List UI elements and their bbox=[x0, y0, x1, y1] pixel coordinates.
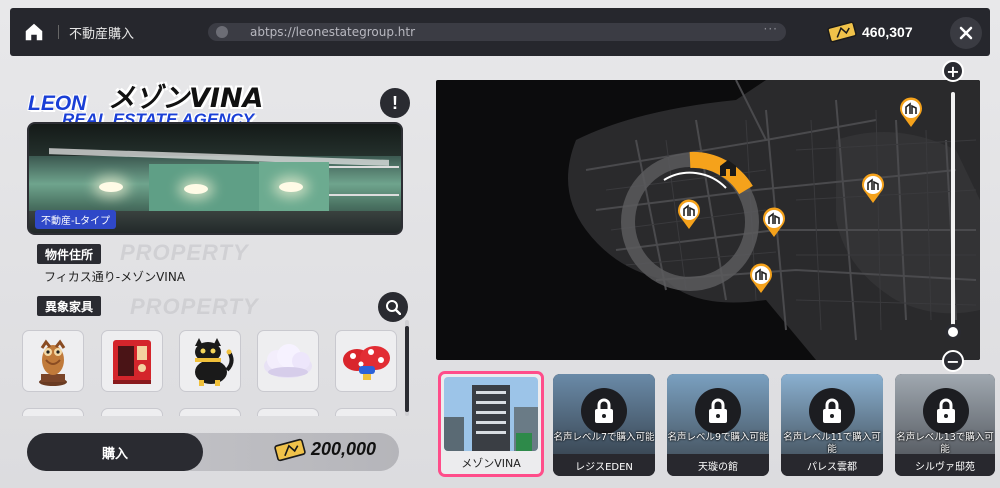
lock-icon bbox=[823, 398, 841, 423]
map-pin-icon bbox=[900, 97, 922, 127]
agency-logo: LEON メゾンVINA REAL ESTATE AGENCY bbox=[28, 70, 328, 130]
furniture-item[interactable] bbox=[101, 330, 163, 392]
url-text: abtps://leonestategroup.htr bbox=[250, 25, 416, 39]
price-amount: 200,000 bbox=[311, 439, 377, 459]
furniture-item[interactable] bbox=[22, 330, 84, 392]
plus-icon: + bbox=[946, 61, 960, 81]
property-card-name: 天璇の館 bbox=[667, 454, 769, 476]
furniture-heading-text: 異象家具 bbox=[45, 299, 94, 314]
currency-amount: 460,307 bbox=[862, 24, 913, 40]
property-card-selected[interactable]: メゾンVINA bbox=[438, 371, 544, 477]
map-pin-icon bbox=[862, 173, 884, 203]
home-button[interactable] bbox=[16, 8, 52, 56]
ticket-icon bbox=[827, 21, 857, 43]
cloud-cushion-icon bbox=[264, 344, 312, 378]
unlock-requirement: 名声レベル13で購入可能 bbox=[896, 432, 994, 455]
zoom-out-button[interactable]: − bbox=[942, 350, 964, 372]
more-icon[interactable]: ··· bbox=[764, 22, 778, 36]
property-detail-panel: LEON メゾンVINA REAL ESTATE AGENCY ! 不動産-Lタ… bbox=[0, 62, 420, 488]
map-pin[interactable] bbox=[676, 198, 702, 234]
price-display: 200,000 bbox=[274, 438, 377, 461]
building-thumbnail bbox=[444, 377, 538, 451]
breadcrumb: 不動産購入 bbox=[69, 26, 135, 42]
property-thumbnail bbox=[444, 377, 538, 451]
map-pin-icon bbox=[750, 263, 772, 293]
lock-badge bbox=[581, 388, 627, 434]
lock-badge bbox=[809, 388, 855, 434]
buy-button-label: 購入 bbox=[101, 446, 128, 462]
furniture-item[interactable] bbox=[257, 330, 319, 392]
info-button[interactable]: ! bbox=[380, 88, 410, 118]
furniture-item[interactable] bbox=[335, 330, 397, 392]
lock-badge bbox=[695, 388, 741, 434]
property-card-name: レジスEDEN bbox=[553, 454, 655, 476]
zoom-in-button[interactable]: + bbox=[942, 60, 964, 82]
furniture-item[interactable] bbox=[179, 330, 241, 392]
property-address: フィカス通り-メゾンVINA bbox=[44, 270, 186, 284]
lock-badge bbox=[923, 388, 969, 434]
close-button[interactable] bbox=[950, 17, 982, 49]
map-pin-icon bbox=[763, 207, 785, 237]
minus-icon: − bbox=[946, 351, 960, 371]
ghost-text: PROPERTY bbox=[120, 240, 249, 265]
address-heading-text: 物件住所 bbox=[45, 247, 94, 262]
ghost-text: PROPERTY bbox=[130, 294, 259, 319]
close-icon bbox=[959, 26, 973, 40]
ticket-icon bbox=[274, 438, 306, 461]
furniture-item[interactable] bbox=[179, 408, 241, 416]
scrollbar-thumb[interactable] bbox=[405, 326, 409, 412]
address-bar[interactable]: abtps://leonestategroup.htr ··· bbox=[208, 22, 786, 41]
map-pin[interactable] bbox=[761, 206, 787, 242]
top-bar: 不動産購入 abtps://leonestategroup.htr ··· 46… bbox=[10, 8, 990, 56]
property-card-locked[interactable]: 名声レベル9で購入可能 天璇の館 bbox=[667, 374, 769, 476]
exclamation-icon: ! bbox=[392, 92, 398, 113]
property-card-name: シルヴァ邸苑 bbox=[895, 454, 995, 476]
property-photo: 不動産-Lタイプ bbox=[27, 122, 403, 235]
unlock-requirement: 名声レベル9で購入可能 bbox=[667, 432, 769, 443]
unlock-requirement: 名声レベル11で購入可能 bbox=[783, 432, 881, 455]
unlock-requirement: 名声レベル7で購入可能 bbox=[553, 432, 655, 443]
furniture-grid bbox=[22, 330, 400, 416]
owl-statue-icon bbox=[39, 339, 67, 386]
zoom-slider[interactable] bbox=[951, 92, 955, 338]
map-pin[interactable] bbox=[860, 172, 886, 208]
property-card-locked[interactable]: 名声レベル13で購入可能 シルヴァ邸苑 bbox=[895, 374, 995, 476]
property-card-locked[interactable]: 名声レベル7で購入可能 レジスEDEN bbox=[553, 374, 655, 476]
search-button[interactable] bbox=[378, 292, 408, 322]
red-phone-booth-icon bbox=[113, 340, 151, 384]
furniture-item[interactable] bbox=[335, 408, 397, 416]
building-icon bbox=[720, 160, 736, 176]
furniture-item[interactable] bbox=[101, 408, 163, 416]
map-pin-selected[interactable] bbox=[716, 158, 740, 182]
lock-icon bbox=[937, 398, 955, 423]
site-icon bbox=[216, 26, 228, 38]
lock-icon bbox=[709, 398, 727, 423]
address-heading: 物件住所 bbox=[37, 244, 102, 264]
currency-display: 460,307 bbox=[827, 20, 928, 44]
property-type-badge: 不動産-Lタイプ bbox=[35, 210, 117, 229]
map-pin-icon bbox=[678, 199, 700, 229]
home-icon bbox=[25, 23, 43, 41]
furniture-item[interactable] bbox=[22, 408, 84, 416]
property-card-name: メゾンVINA bbox=[461, 457, 521, 470]
purchase-bar: 購入 200,000 bbox=[27, 433, 399, 471]
search-icon bbox=[386, 300, 401, 315]
furniture-heading: 異象家具 bbox=[37, 296, 102, 316]
city-map[interactable] bbox=[436, 80, 980, 360]
furniture-scrollbar[interactable] bbox=[405, 320, 409, 416]
buy-button[interactable]: 購入 bbox=[27, 433, 203, 471]
map-pin[interactable] bbox=[748, 262, 774, 298]
map-pin[interactable] bbox=[898, 96, 924, 132]
breadcrumb-separator bbox=[58, 25, 59, 39]
red-mushroom-icon bbox=[343, 346, 390, 380]
lock-icon bbox=[595, 398, 613, 423]
zoom-slider-handle[interactable] bbox=[945, 324, 961, 340]
black-cat-figure-icon bbox=[195, 338, 234, 386]
property-card-name: パレス雲都 bbox=[781, 454, 883, 476]
property-card-locked[interactable]: 名声レベル11で購入可能 パレス雲都 bbox=[781, 374, 883, 476]
furniture-item[interactable] bbox=[257, 408, 319, 416]
